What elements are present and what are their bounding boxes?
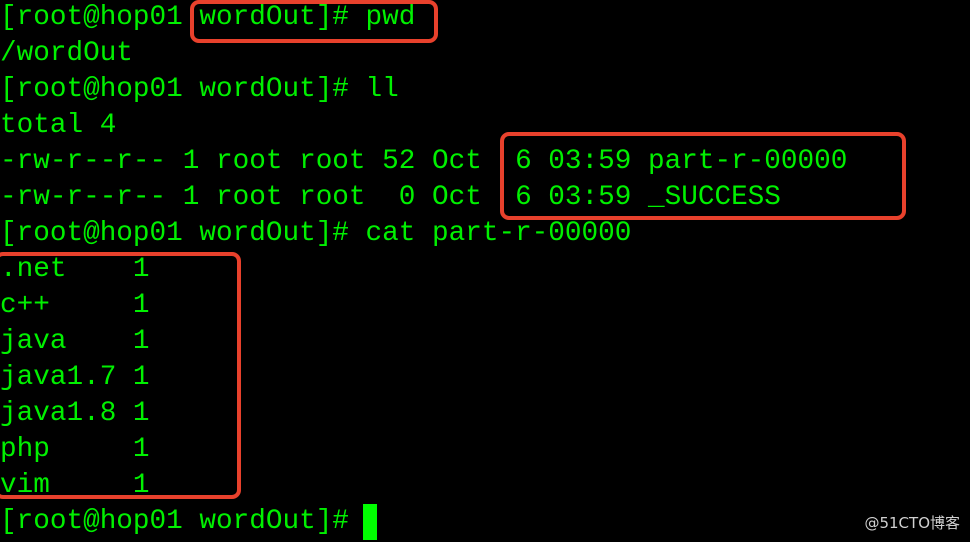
highlight-box-pwd	[190, 0, 438, 43]
terminal-line: [root@hop01 wordOut]# cat part-r-00000	[0, 218, 632, 249]
terminal-line: [root@hop01 wordOut]# ll	[0, 74, 399, 105]
prompt-text: [root@hop01 wordOut]#	[0, 506, 366, 537]
highlight-box-files	[500, 132, 906, 220]
highlight-box-output	[0, 252, 241, 499]
terminal-prompt-line[interactable]: [root@hop01 wordOut]#	[0, 504, 377, 540]
terminal-line: total 4	[0, 110, 117, 141]
terminal-cursor	[362, 504, 377, 540]
terminal-line: /wordOut	[0, 38, 133, 69]
terminal-window[interactable]: [root@hop01 wordOut]# pwd /wordOut [root…	[0, 0, 970, 542]
watermark: @51CTO博客	[864, 514, 960, 532]
